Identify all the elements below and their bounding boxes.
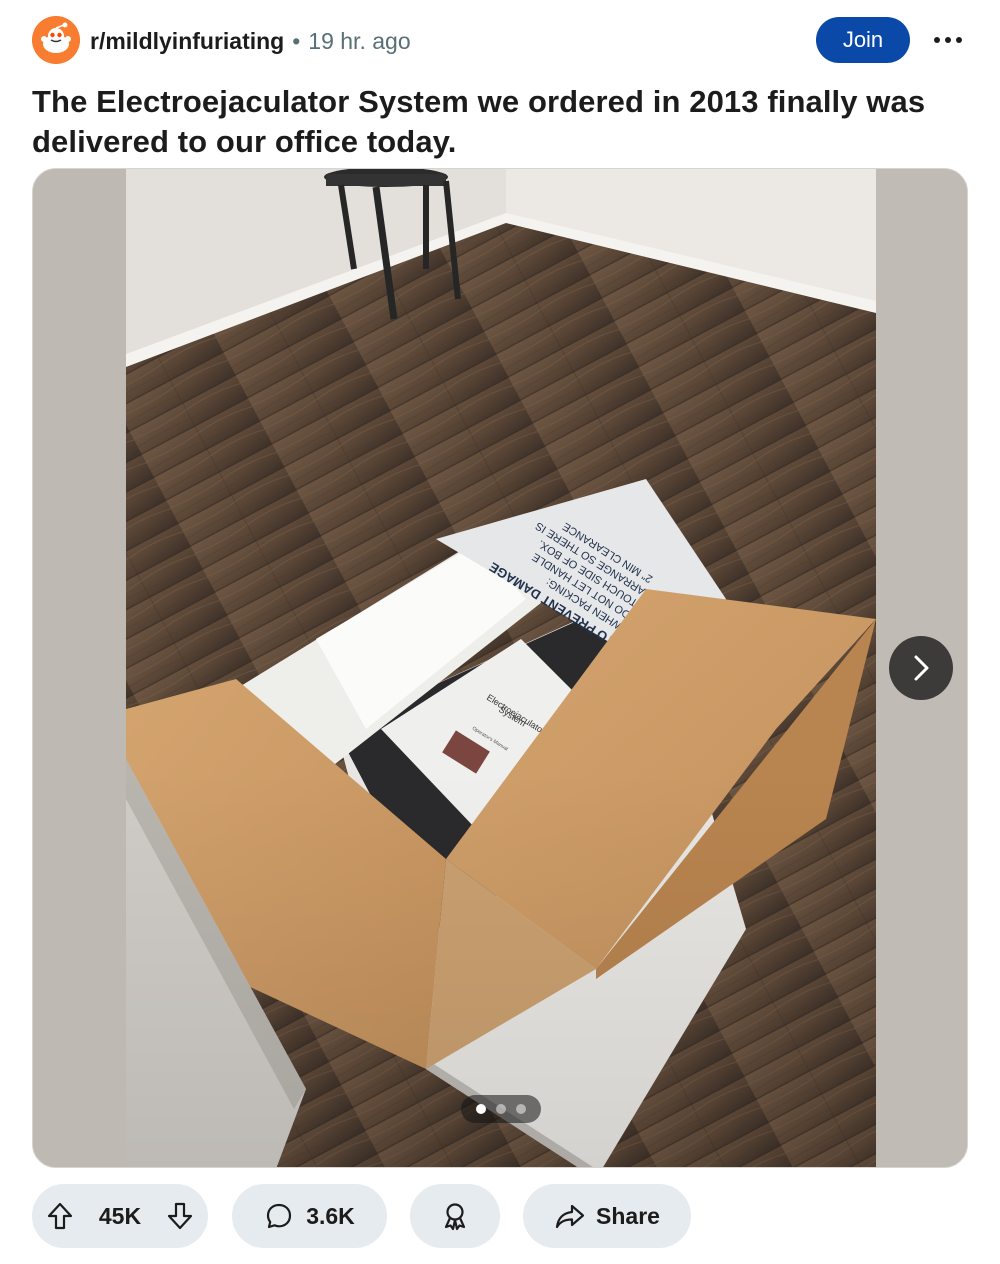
post-time: 19 hr. ago — [308, 28, 411, 54]
meta-separator: • — [292, 28, 301, 54]
join-button[interactable]: Join — [816, 17, 910, 63]
subreddit-avatar[interactable] — [32, 16, 80, 64]
media-carousel[interactable]: Electroejaculator System Operator's Manu… — [32, 168, 968, 1168]
award-button[interactable] — [410, 1184, 500, 1248]
vote-control: 45K — [32, 1184, 208, 1248]
snoo-icon — [32, 16, 80, 64]
post-meta: r/mildlyinfuriating • 19 hr. ago — [90, 28, 411, 54]
comment-icon — [267, 1203, 292, 1229]
post-title[interactable]: The Electroejaculator System we ordered … — [32, 82, 968, 162]
carousel-dot-2[interactable] — [496, 1104, 506, 1114]
downvote-button[interactable] — [166, 1201, 194, 1231]
share-button[interactable]: Share — [523, 1184, 691, 1248]
more-options-button[interactable] — [930, 26, 966, 54]
share-label: Share — [596, 1202, 660, 1229]
upvote-count: 45K — [98, 1202, 142, 1229]
downvote-icon — [167, 1202, 193, 1230]
comments-button[interactable]: 3.6K — [232, 1184, 387, 1248]
upvote-icon — [47, 1202, 73, 1230]
post-image[interactable]: Electroejaculator System Operator's Manu… — [126, 169, 876, 1168]
share-icon — [555, 1204, 585, 1229]
upvote-button[interactable] — [46, 1201, 74, 1231]
next-image-button[interactable] — [889, 636, 953, 700]
post-header: r/mildlyinfuriating • 19 hr. ago Join — [32, 16, 968, 66]
media-blur-left — [33, 169, 126, 1167]
chevron-right-icon — [914, 655, 929, 681]
post-action-bar: 45K 3.6K Share — [32, 1184, 968, 1248]
award-icon — [444, 1203, 466, 1231]
carousel-dot-3[interactable] — [516, 1104, 526, 1114]
subreddit-name[interactable]: r/mildlyinfuriating — [90, 28, 284, 54]
carousel-indicator — [461, 1095, 541, 1123]
more-icon — [934, 37, 962, 43]
carousel-dot-1[interactable] — [476, 1104, 486, 1114]
comment-count: 3.6K — [306, 1202, 355, 1229]
